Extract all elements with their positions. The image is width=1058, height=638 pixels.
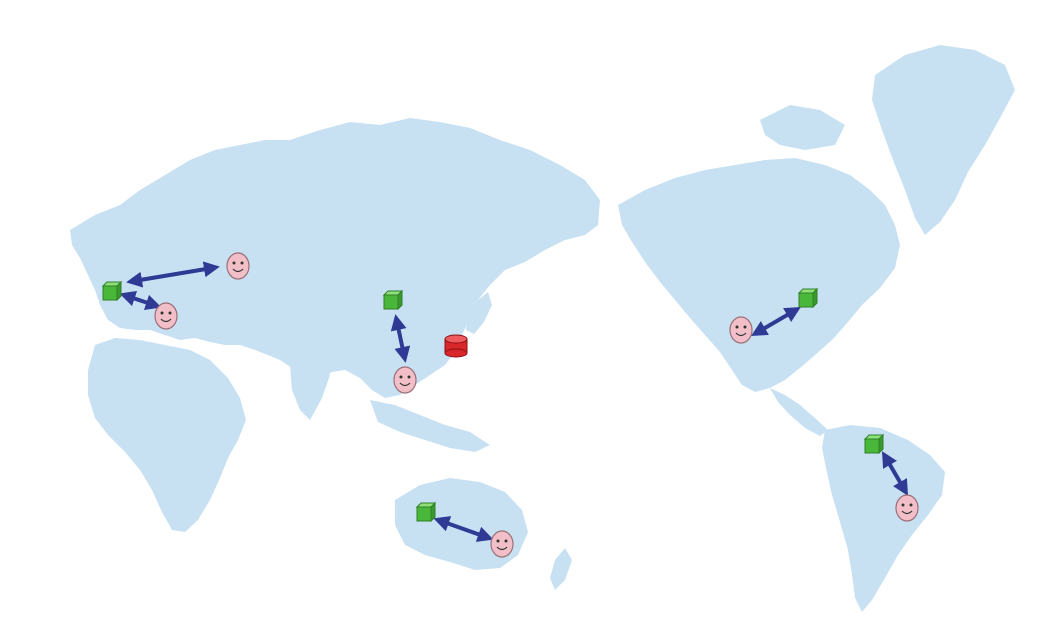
southeast-asia-landmass [370, 400, 490, 452]
central-america-landmass [770, 388, 828, 436]
world-map [70, 45, 1015, 612]
north-america-smiley-user-icon [729, 316, 753, 344]
east-asia-green-cube-icon [382, 289, 404, 311]
landmasses [70, 45, 1015, 612]
south-america-green-cube-icon [863, 433, 885, 455]
australia-landmass [395, 478, 528, 570]
india-landmass [290, 362, 330, 420]
world-map-diagram [0, 0, 1058, 638]
europe-south-smiley-user-icon [154, 302, 178, 330]
south-america-landmass [822, 425, 945, 612]
japan-red-cylinder-icon [444, 334, 468, 358]
new-zealand-landmass [550, 548, 572, 590]
north-america-green-cube-icon [797, 287, 819, 309]
australia-smiley-user-icon [490, 530, 514, 558]
north-america-landmass [618, 158, 900, 392]
east-asia-smiley-user-icon [393, 366, 417, 394]
europe-north-green-cube-icon [101, 280, 123, 302]
europe-north-smiley-user-icon [226, 252, 250, 280]
africa-landmass [88, 338, 246, 532]
south-america-smiley-user-icon [895, 494, 919, 522]
australia-green-cube-icon [415, 501, 437, 523]
arctic-islands-landmass [760, 105, 845, 150]
greenland-landmass [872, 45, 1015, 235]
